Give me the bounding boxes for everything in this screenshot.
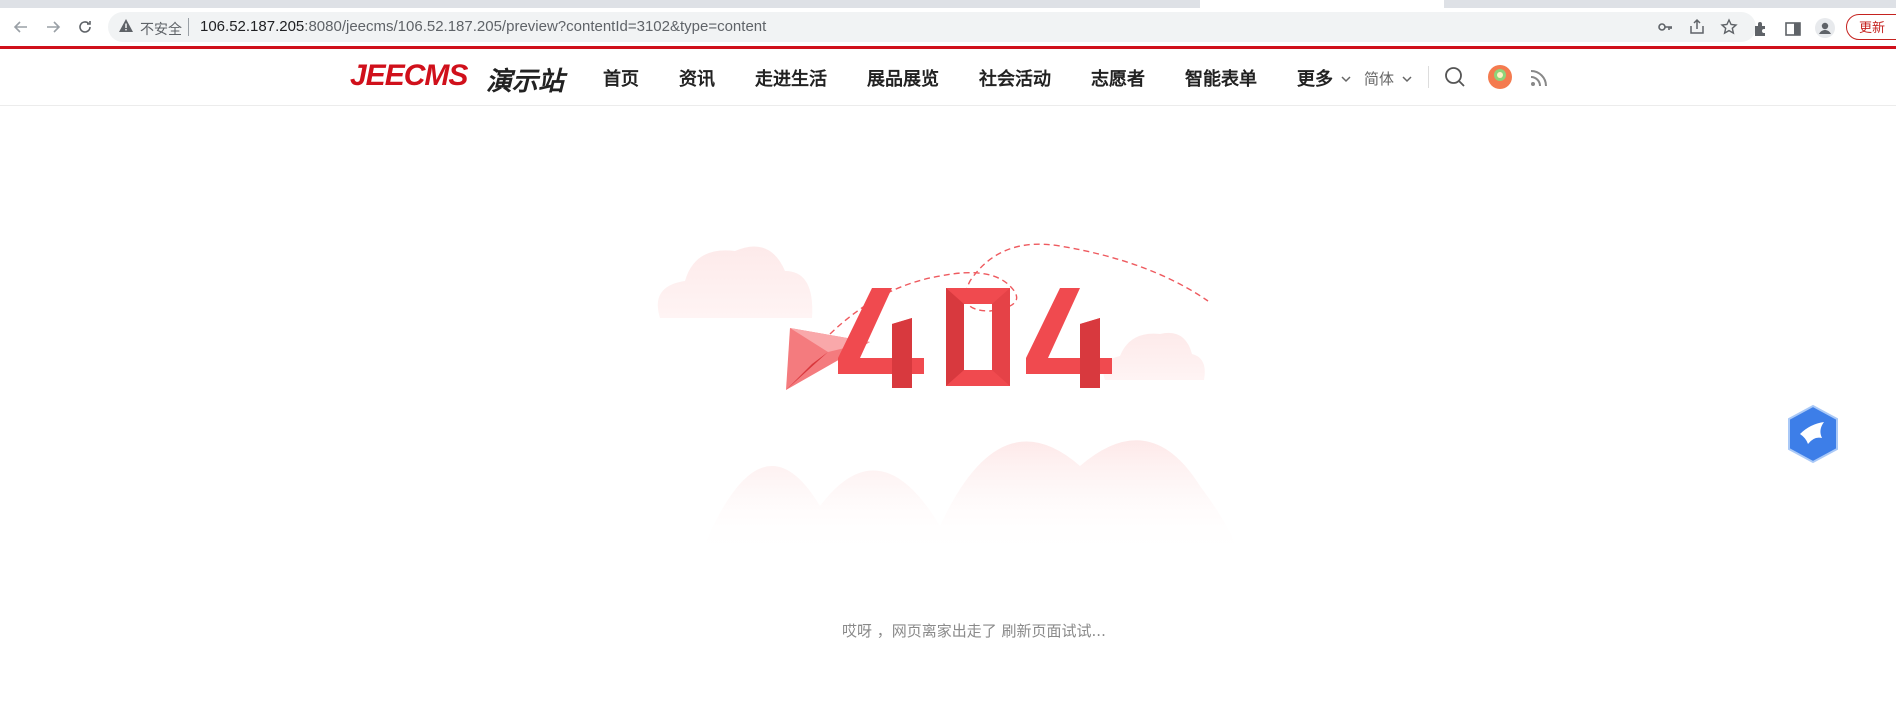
background-hills	[700, 440, 1240, 556]
back-icon[interactable]	[10, 16, 32, 38]
lang-chevron-down-icon[interactable]	[1401, 73, 1413, 85]
nav-item-smart-form[interactable]: 智能表单	[1185, 65, 1257, 91]
update-button[interactable]: 更新	[1846, 14, 1896, 40]
nav-item-exhibition[interactable]: 展品展览	[867, 65, 939, 91]
nav-item-home[interactable]: 首页	[603, 65, 639, 91]
url-host: 106.52.187.205	[200, 18, 305, 35]
url-text[interactable]: 106.52.187.205:8080/jeecms/106.52.187.20…	[200, 18, 766, 35]
error-message: 哎呀 ，网页离家出走了 刷新页面试试...	[842, 622, 1106, 640]
site-header: JEECMS 演示站 首页 资讯 走进生活 展品展览 社会活动 志愿者 智能表单…	[0, 49, 1896, 106]
cloud-right	[1103, 332, 1205, 380]
nav-item-more[interactable]: 更多	[1297, 65, 1333, 91]
cloud-left	[657, 246, 813, 318]
header-divider	[1428, 66, 1429, 88]
language-selector[interactable]: 简体	[1364, 68, 1394, 89]
error-code-404	[838, 288, 1112, 388]
extensions-icon[interactable]	[1752, 20, 1770, 38]
active-tab[interactable]	[1200, 0, 1444, 8]
warning-icon	[118, 18, 134, 38]
profile-avatar[interactable]	[1815, 18, 1835, 38]
nav-item-activities[interactable]: 社会活动	[979, 65, 1051, 91]
nav-item-volunteer[interactable]: 志愿者	[1091, 65, 1145, 91]
security-label: 不安全	[140, 21, 182, 37]
browser-toolbar: 不安全 106.52.187.205:8080/jeecms/106.52.18…	[0, 8, 1896, 49]
error-scene: 哎呀 ，网页离家出走了 刷新页面试试...	[0, 106, 1896, 725]
site-logo-subtitle: 演示站	[486, 67, 565, 97]
key-icon[interactable]	[1656, 18, 1674, 36]
forward-icon[interactable]	[42, 16, 64, 38]
share-icon[interactable]	[1688, 18, 1706, 36]
address-bar[interactable]: 不安全 106.52.187.205:8080/jeecms/106.52.18…	[108, 12, 1756, 42]
side-panel-icon[interactable]	[1784, 20, 1802, 38]
floating-assistant-icon[interactable]	[1786, 404, 1840, 464]
bookmark-star-icon[interactable]	[1720, 18, 1738, 36]
tab-strip	[0, 0, 1896, 8]
reload-icon[interactable]	[74, 16, 96, 38]
search-icon[interactable]	[1443, 65, 1467, 89]
user-avatar-icon[interactable]	[1487, 64, 1513, 90]
url-path: :8080/jeecms/106.52.187.205/preview?cont…	[304, 18, 767, 35]
nav-item-news[interactable]: 资讯	[679, 65, 715, 91]
chevron-down-icon[interactable]	[1340, 73, 1352, 85]
nav-item-life[interactable]: 走进生活	[755, 65, 827, 91]
omnibox-separator	[188, 18, 189, 36]
profile-person-icon	[1819, 22, 1831, 34]
site-logo[interactable]: JEECMS	[350, 59, 468, 93]
rss-icon[interactable]	[1528, 67, 1550, 89]
